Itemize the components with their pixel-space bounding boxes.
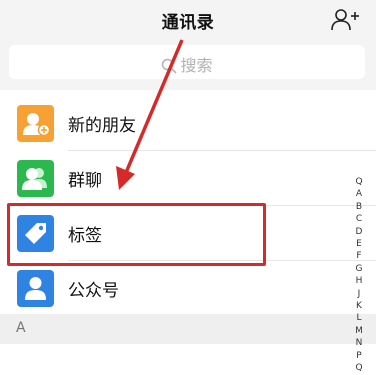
index-letter[interactable]: A [352,188,366,200]
index-search-icon[interactable]: Q [352,176,366,188]
alphabet-index-bar[interactable]: Q A B C D E F G H J K L M N P Q [352,176,366,375]
index-letter[interactable]: B [352,201,366,213]
index-letter[interactable]: M [352,325,366,337]
index-letter[interactable]: C [352,213,366,225]
index-letter[interactable]: P [352,350,366,362]
index-letter[interactable]: L [352,312,366,324]
index-letter[interactable]: D [352,226,366,238]
annotation-arrow [116,39,184,190]
index-letter[interactable]: G [352,263,366,275]
index-letter[interactable]: K [352,300,366,312]
index-letter[interactable]: J [352,288,366,300]
index-letter[interactable]: Q [352,362,366,374]
index-letter[interactable]: N [352,337,366,349]
index-letter[interactable]: E [352,238,366,250]
index-letter[interactable]: H [352,275,366,287]
index-letter[interactable]: F [352,250,366,262]
